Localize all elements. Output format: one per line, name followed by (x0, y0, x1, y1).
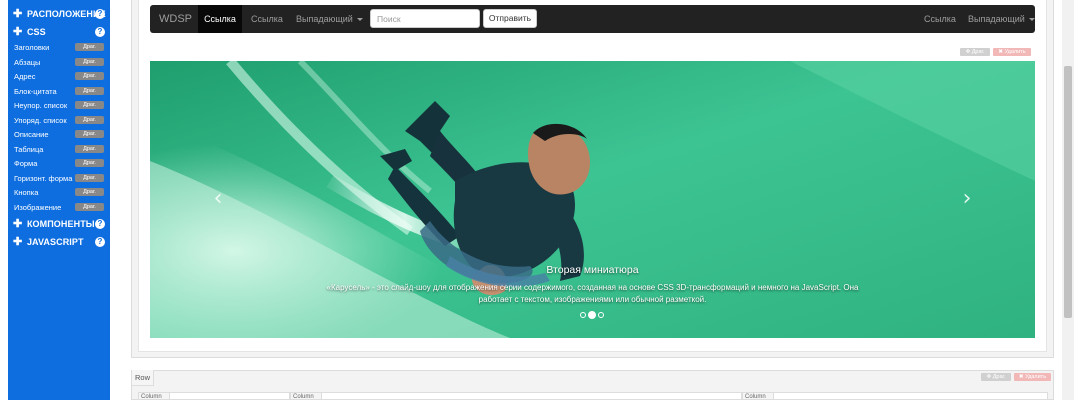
drag-handle[interactable]: Драг. (75, 57, 104, 66)
drag-handle[interactable]: Драг. (75, 159, 104, 167)
sidebar-item[interactable]: Изображение Драг. (8, 201, 110, 216)
row-delete-button[interactable]: ✖ Удалить (1014, 373, 1051, 381)
sidebar-item-label: Описание (14, 130, 49, 139)
plus-icon: ✚ (13, 236, 23, 248)
page: ✚ РАСПОЛОЖЕНИЕ ? ✚ CSS ? Заголовки Драг. А… (0, 0, 1080, 400)
carousel-indicator-active[interactable] (588, 311, 596, 319)
navbar: WDSP Ссылка Ссылка Выпадающий Отправить … (150, 5, 1035, 33)
nav-dropdown-label: Выпадающий (968, 14, 1025, 24)
scrollbar-thumb[interactable] (1064, 66, 1072, 318)
column-box (742, 392, 1048, 400)
row-label: Row (131, 370, 154, 386)
help-icon[interactable]: ? (95, 9, 105, 19)
drag-button[interactable]: ✥ Драг. (960, 48, 990, 56)
sidebar-item[interactable]: Упоряд. список Драг. (8, 114, 110, 129)
sidebar-item-label: Заголовки (14, 43, 50, 52)
sidebar-item[interactable]: Описание Драг. (8, 128, 110, 143)
sidebar-item[interactable]: Форма Драг. (8, 157, 110, 172)
sidebar-item-label: Кнопка (14, 188, 39, 197)
sidebar-item[interactable]: Абзацы Драг. (8, 56, 110, 71)
help-icon[interactable]: ? (95, 219, 105, 229)
sidebar-item[interactable]: Блок-цитата Драг. (8, 85, 110, 100)
carousel-caption-text: «Карусель» - это слайд-шоу для отображен… (326, 283, 859, 304)
sidebar-item[interactable]: Заголовки Драг. (8, 41, 110, 56)
sidebar-item[interactable]: Кнопка Драг. (8, 186, 110, 201)
navbar-brand[interactable]: WDSP (159, 5, 192, 33)
drag-handle[interactable]: Драг. (75, 115, 104, 124)
sidebar-item-label: Абзацы (14, 57, 41, 67)
column-label: Column (742, 392, 774, 400)
drag-handle[interactable]: Драг. (75, 202, 104, 211)
sidebar-item-label: Неупор. список (14, 101, 68, 110)
sidebar-item-label: Таблица (14, 144, 44, 154)
nav-link-right[interactable]: Ссылка (924, 5, 956, 33)
sidebar-item[interactable]: Адрес Драг. (8, 70, 110, 85)
caret-down-icon (1028, 18, 1035, 22)
nav-dropdown-right[interactable]: Выпадающий (968, 5, 1035, 33)
drag-handle[interactable]: Драг. (75, 188, 104, 196)
sidebar-category-label: КОМПОНЕНТЫ (26, 219, 95, 229)
carousel-indicator[interactable] (598, 312, 604, 318)
sidebar-category-components[interactable]: ✚ КОМПОНЕНТЫ ? (8, 215, 110, 233)
carousel: ‹ › Вторая миниатюра «Карусель» - это сл… (150, 61, 1035, 338)
drag-handle[interactable]: Драг. (75, 144, 104, 153)
sidebar-item[interactable]: Неупор. список Драг. (8, 99, 110, 114)
caret-down-icon (356, 18, 363, 22)
sidebar-item-label: Упоряд. список (14, 115, 67, 125)
delete-button[interactable]: ✖ Удалить (993, 48, 1031, 56)
nav-link[interactable]: Ссылка (251, 5, 283, 33)
sidebar-category-label: РАСПОЛОЖЕНИЕ (26, 9, 106, 19)
plus-icon: ✚ (13, 8, 23, 20)
nav-link-active[interactable]: Ссылка (198, 5, 242, 33)
sidebar: ✚ РАСПОЛОЖЕНИЕ ? ✚ CSS ? Заголовки Драг. А… (8, 0, 110, 400)
sidebar-category-css[interactable]: ✚ CSS ? (8, 23, 110, 41)
carousel-indicator[interactable] (580, 312, 586, 318)
drag-handle[interactable]: Драг. (75, 101, 104, 109)
sidebar-category-javascript[interactable]: ✚ JAVASCRIPT ? (8, 233, 110, 251)
carousel-next-arrow[interactable]: › (959, 188, 975, 210)
nav-dropdown-label: Выпадающий (296, 14, 353, 24)
drag-handle[interactable]: Драг. (75, 43, 104, 51)
sidebar-category-label: JAVASCRIPT (26, 237, 84, 247)
row-drag-button[interactable]: ✥ Драг. (981, 373, 1011, 381)
column-label: Column (290, 392, 322, 400)
plus-icon: ✚ (13, 218, 23, 230)
column-label: Column (138, 392, 170, 400)
carousel-prev-arrow[interactable]: ‹ (210, 188, 226, 210)
search-input[interactable] (370, 9, 480, 28)
help-icon[interactable]: ? (95, 27, 105, 37)
drag-handle[interactable]: Драг. (75, 173, 104, 182)
nav-dropdown[interactable]: Выпадающий (296, 5, 363, 33)
drag-handle[interactable]: Драг. (75, 130, 104, 138)
sidebar-item-label: Изображение (14, 202, 62, 212)
sidebar-item-label: Адрес (14, 72, 36, 81)
plus-icon: ✚ (13, 26, 23, 38)
help-icon[interactable]: ? (95, 237, 105, 247)
drag-handle[interactable]: Драг. (75, 86, 104, 95)
sidebar-item[interactable]: Горизонт. форма Драг. (8, 172, 110, 187)
carousel-indicators (580, 311, 606, 319)
sidebar-category-label: CSS (26, 27, 46, 37)
sidebar-item-label: Форма (14, 159, 38, 168)
sidebar-css-items: Заголовки Драг. Абзацы Драг. Адрес Драг. Блок-… (8, 41, 110, 215)
drag-handle[interactable]: Драг. (75, 72, 104, 80)
sidebar-category-layout[interactable]: ✚ РАСПОЛОЖЕНИЕ ? (8, 5, 110, 23)
carousel-caption-title: Вторая миниатюра (546, 264, 639, 276)
sidebar-item-label: Блок-цитата (14, 86, 57, 96)
column-box (290, 392, 742, 400)
sidebar-item[interactable]: Таблица Драг. (8, 143, 110, 158)
submit-button[interactable]: Отправить (483, 9, 537, 28)
sidebar-item-label: Горизонт. форма (14, 173, 73, 183)
